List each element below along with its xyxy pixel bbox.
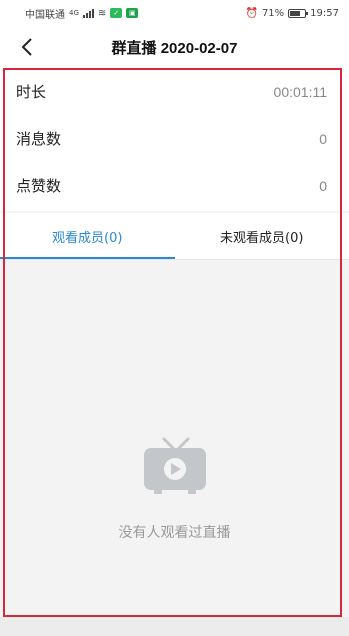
tab-label: 未观看成员(0) — [220, 230, 304, 246]
status-left: 中国联通 4G ≋ ✓ ▣ — [25, 6, 139, 21]
chevron-left-icon — [21, 38, 32, 56]
stat-label: 消息数 — [16, 130, 62, 148]
stat-row-duration: 时长 00:01:11 — [0, 68, 349, 115]
battery-fill — [290, 10, 301, 16]
network-type: 4G — [69, 9, 79, 17]
stat-value: 0 — [319, 177, 327, 194]
tab-unwatched-members[interactable]: 未观看成员(0) — [175, 213, 349, 259]
alarm-icon: ⏰ — [245, 7, 258, 19]
empty-state-message: 没有人观看过直播 — [118, 525, 231, 541]
battery-icon — [288, 8, 309, 18]
back-button[interactable] — [14, 34, 40, 60]
bottom-strip — [0, 617, 349, 636]
nav-header: 群直播 2020-02-07 — [0, 26, 349, 68]
app-notification-icon: ✓ — [110, 8, 123, 18]
live-stats-list: 时长 00:01:11 消息数 0 点赞数 0 — [0, 68, 349, 211]
stat-row-likes: 点赞数 0 — [0, 162, 349, 209]
signal-icon — [82, 8, 94, 18]
tv-play-icon — [144, 437, 206, 494]
carrier-name: 中国联通 — [25, 9, 65, 21]
clock: 19:57 — [310, 7, 339, 19]
wifi-icon: ≋ — [97, 7, 107, 19]
empty-state: 没有人观看过直播 — [0, 260, 349, 617]
app-notification-icon-2: ▣ — [126, 8, 139, 18]
stat-label: 时长 — [16, 83, 47, 101]
battery-percent: 71% — [261, 7, 285, 19]
tab-label: 观看成员(0) — [52, 230, 123, 246]
stat-value: 0 — [319, 130, 327, 147]
status-right: ⏰ 71% 19:57 — [245, 8, 339, 19]
stat-label: 点赞数 — [16, 177, 62, 195]
tab-watched-members[interactable]: 观看成员(0) — [0, 213, 175, 259]
status-bar: 中国联通 4G ≋ ✓ ▣ ⏰ 71% 19:57 — [0, 0, 349, 26]
stat-row-messages: 消息数 0 — [0, 115, 349, 162]
member-tabs: 观看成员(0) 未观看成员(0) — [0, 213, 349, 259]
stat-value: 00:01:11 — [273, 83, 327, 100]
page-title: 群直播 2020-02-07 — [111, 39, 238, 57]
